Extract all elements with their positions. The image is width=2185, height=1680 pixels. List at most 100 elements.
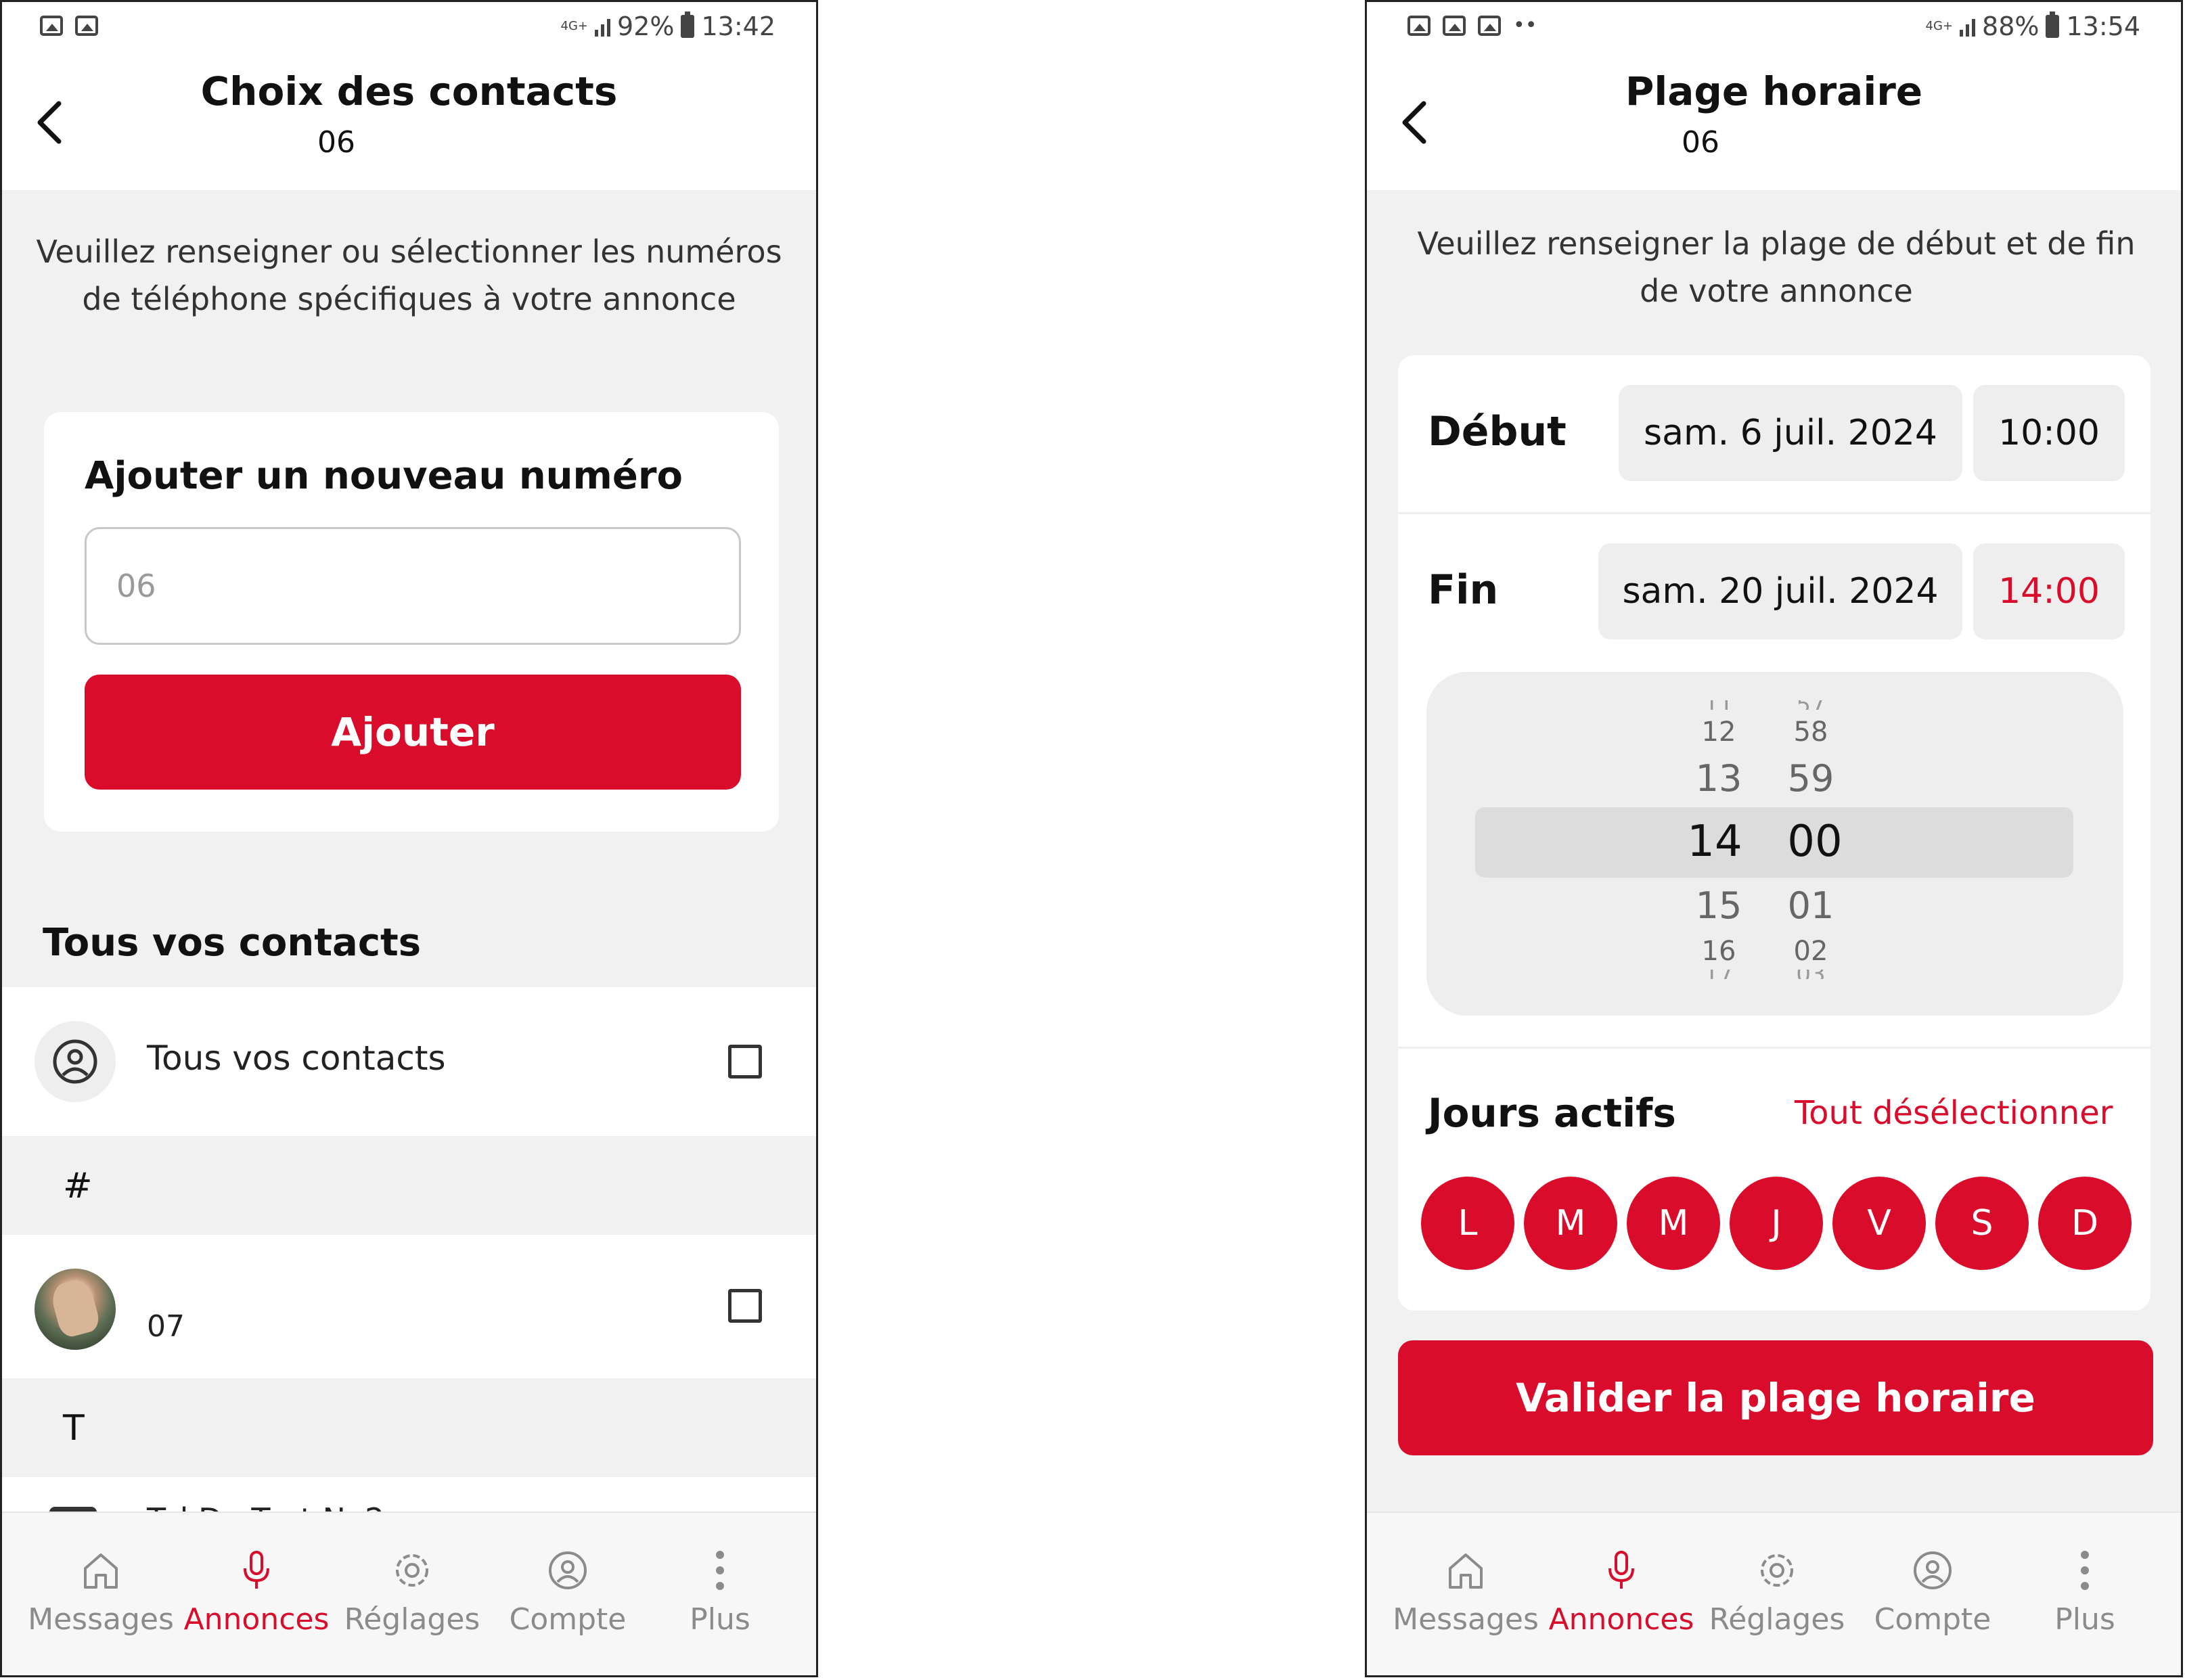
divider xyxy=(1398,512,2150,514)
nav-reglages[interactable]: Réglages xyxy=(1699,1547,1855,1637)
contact-photo xyxy=(35,1269,116,1350)
nav-messages[interactable]: Messages xyxy=(1388,1547,1544,1637)
network-type: 4G+ xyxy=(1925,19,1954,33)
bottom-navigation: Messages Annonces Réglages Compte Plus xyxy=(2,1512,816,1675)
user-circle-icon xyxy=(549,1551,587,1589)
picker-minute[interactable]: 02 xyxy=(1770,936,1851,967)
picker-hour[interactable]: 12 xyxy=(1678,717,1759,748)
home-icon xyxy=(1449,1553,1483,1589)
picker-minute[interactable]: 59 xyxy=(1770,757,1851,800)
section-letter: T xyxy=(63,1408,85,1449)
nav-messages[interactable]: Messages xyxy=(23,1547,179,1637)
app-header: Plage horaire 06 xyxy=(1367,55,2181,190)
day-toggle-wednesday[interactable]: M xyxy=(1627,1177,1720,1270)
picker-hour-selected[interactable]: 14 xyxy=(1674,817,1755,867)
user-circle-icon xyxy=(1914,1551,1952,1589)
gallery-notification-icon xyxy=(1407,16,1431,36)
start-time-picker[interactable]: 10:00 xyxy=(1973,385,2125,481)
app-header: Choix des contacts 06 xyxy=(2,55,816,190)
avatar xyxy=(35,1021,116,1102)
battery-icon xyxy=(681,12,695,38)
picker-minute[interactable]: 03 xyxy=(1770,970,1851,979)
end-label: Fin xyxy=(1428,566,1499,614)
contacts-section-title: Tous vos contacts xyxy=(43,921,422,965)
user-circle-icon xyxy=(53,1039,97,1084)
deselect-all-link[interactable]: Tout désélectionner xyxy=(1795,1094,2113,1132)
add-button[interactable]: Ajouter xyxy=(85,675,741,790)
phone-number-input[interactable] xyxy=(85,527,741,645)
more-vertical-icon xyxy=(2081,1551,2089,1590)
time-range-card: Début sam. 6 juil. 2024 10:00 Fin sam. 2… xyxy=(1398,355,2150,1311)
content-area: Veuillez renseigner la plage de début et… xyxy=(1367,190,2181,1520)
instruction-text: Veuillez renseigner la plage de début et… xyxy=(1417,225,2136,309)
active-days-title: Jours actifs xyxy=(1428,1090,1676,1136)
nav-reglages[interactable]: Réglages xyxy=(334,1547,490,1637)
add-number-title: Ajouter un nouveau numéro xyxy=(85,454,683,498)
add-number-card: Ajouter un nouveau numéro Ajouter xyxy=(44,412,779,832)
status-bar: •• 4G+ 88% 13:54 xyxy=(1367,2,2181,55)
microphone-icon xyxy=(244,1551,269,1589)
day-toggle-saturday[interactable]: S xyxy=(1935,1177,2029,1270)
instruction-text: Veuillez renseigner ou sélectionner les … xyxy=(36,233,782,317)
battery-icon xyxy=(2046,12,2060,38)
gallery-notification-icon xyxy=(40,16,63,36)
time-wheel-picker[interactable]: 11 12 13 14 15 16 17 57 58 59 00 01 02 0… xyxy=(1426,672,2123,1016)
day-toggle-sunday[interactable]: D xyxy=(2038,1177,2132,1270)
gear-icon xyxy=(1761,1554,1793,1587)
picker-hour[interactable]: 11 xyxy=(1678,700,1759,710)
more-notifications-icon: •• xyxy=(1513,14,1537,37)
section-letter: # xyxy=(63,1166,93,1206)
nav-annonces[interactable]: Annonces xyxy=(1544,1547,1699,1637)
clock: 13:54 xyxy=(2066,12,2140,41)
validate-time-range-button[interactable]: Valider la plage horaire xyxy=(1398,1340,2153,1455)
picker-hour[interactable]: 16 xyxy=(1678,936,1759,967)
day-toggle-tuesday[interactable]: M xyxy=(1524,1177,1617,1270)
battery-percent: 92% xyxy=(617,12,675,41)
page-title: Plage horaire xyxy=(1625,68,1923,114)
day-toggle-monday[interactable]: L xyxy=(1421,1177,1514,1270)
clock: 13:42 xyxy=(701,12,775,41)
nav-plus[interactable]: Plus xyxy=(642,1547,798,1637)
home-icon xyxy=(84,1553,118,1589)
picker-minute[interactable]: 57 xyxy=(1770,700,1851,710)
section-header-hash: # xyxy=(2,1136,816,1235)
end-time-picker[interactable]: 14:00 xyxy=(1973,543,2125,639)
day-toggle-thursday[interactable]: J xyxy=(1730,1177,1823,1270)
picker-minute-selected[interactable]: 00 xyxy=(1774,817,1855,867)
nav-compte[interactable]: Compte xyxy=(1855,1547,2010,1637)
microphone-icon xyxy=(1608,1551,1634,1589)
contact-checkbox[interactable] xyxy=(728,1289,762,1323)
battery-percent: 88% xyxy=(1982,12,2040,41)
page-subtitle: 06 xyxy=(1682,125,1719,160)
screen-time-range: •• 4G+ 88% 13:54 Plage horaire 06 Veuill… xyxy=(1365,0,2183,1677)
nav-annonces[interactable]: Annonces xyxy=(179,1547,334,1637)
start-date-picker[interactable]: sam. 6 juil. 2024 xyxy=(1619,385,1962,481)
calendar-notification-icon xyxy=(1478,16,1501,36)
voicemail-notification-icon xyxy=(75,16,98,36)
all-contacts-checkbox[interactable] xyxy=(728,1045,762,1079)
all-contacts-label: Tous vos contacts xyxy=(147,1039,446,1078)
nav-plus[interactable]: Plus xyxy=(2007,1547,2163,1637)
more-vertical-icon xyxy=(716,1551,724,1590)
picker-hour[interactable]: 17 xyxy=(1678,970,1759,979)
gear-icon xyxy=(396,1554,428,1587)
end-date-picker[interactable]: sam. 20 juil. 2024 xyxy=(1598,543,1962,639)
section-header-t: T xyxy=(2,1378,816,1477)
start-label: Début xyxy=(1428,408,1567,455)
signal-icon xyxy=(1960,16,1976,37)
all-contacts-row[interactable]: Tous vos contacts xyxy=(2,987,816,1136)
page-subtitle: 06 xyxy=(317,125,355,160)
contact-row[interactable]: 07 xyxy=(2,1235,816,1378)
picker-minute[interactable]: 01 xyxy=(1770,884,1851,927)
day-toggle-friday[interactable]: V xyxy=(1832,1177,1926,1270)
bottom-navigation: Messages Annonces Réglages Compte Plus xyxy=(1367,1512,2181,1675)
sync-notification-icon xyxy=(1443,16,1466,36)
picker-hour[interactable]: 13 xyxy=(1678,757,1759,800)
screen-contact-choice: 4G+ 92% 13:42 Choix des contacts 06 Veui… xyxy=(0,0,818,1677)
picker-minute[interactable]: 58 xyxy=(1770,717,1851,748)
status-bar: 4G+ 92% 13:42 xyxy=(2,2,816,55)
nav-compte[interactable]: Compte xyxy=(490,1547,646,1637)
picker-hour[interactable]: 15 xyxy=(1678,884,1759,927)
divider xyxy=(1398,1047,2150,1049)
network-type: 4G+ xyxy=(560,19,589,33)
